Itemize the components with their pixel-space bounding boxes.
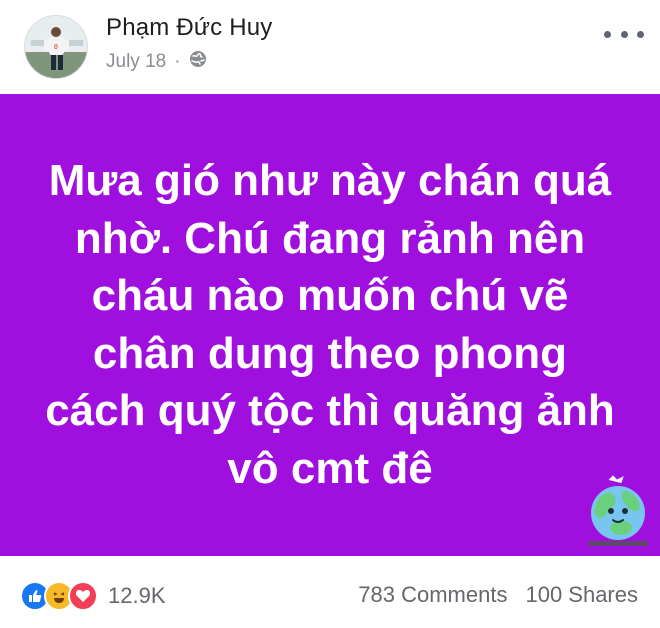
meta-separator: ·	[174, 51, 181, 72]
post-meta: July 18 ·	[106, 50, 207, 74]
post-footer: 12.9K 783 Comments 100 Shares	[0, 560, 660, 628]
globe-icon	[189, 50, 207, 74]
comments-count[interactable]: 783 Comments	[358, 582, 507, 608]
post-background: Mưa gió như này chán quá nhờ. Chú đang r…	[0, 94, 660, 556]
earth-sticker-icon	[584, 474, 652, 550]
reactions-count: 12.9K	[108, 583, 166, 608]
svg-text:8: 8	[54, 44, 58, 51]
avatar-photo: 8	[25, 16, 87, 78]
author-name[interactable]: Phạm Đức Huy	[106, 14, 273, 42]
shares-count[interactable]: 100 Shares	[525, 582, 638, 608]
more-icon[interactable]	[604, 26, 644, 42]
avatar[interactable]: 8	[24, 15, 88, 79]
post-text: Mưa gió như này chán quá nhờ. Chú đang r…	[45, 156, 615, 493]
post-date[interactable]: July 18	[106, 51, 166, 73]
love-reaction-icon	[68, 581, 98, 611]
reactions-summary[interactable]: 12.9K	[20, 581, 166, 611]
post-header: 8 Phạm Đức Huy July 18 ·	[0, 0, 660, 92]
engagement-stats: 783 Comments 100 Shares	[358, 582, 638, 608]
